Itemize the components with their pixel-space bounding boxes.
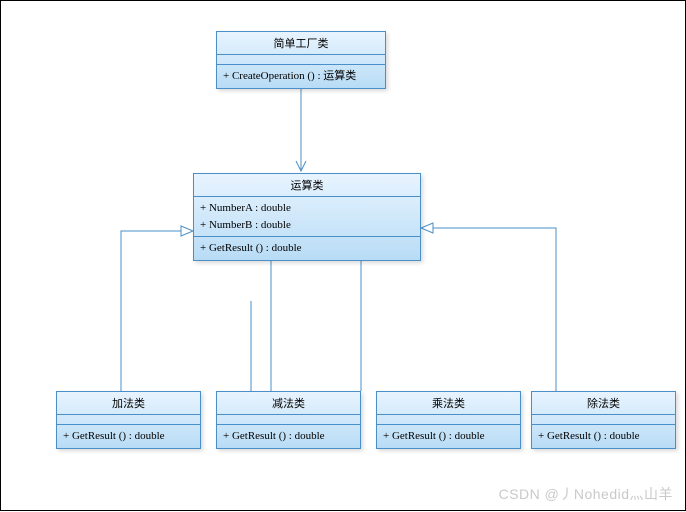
class-operation-attr2: + NumberB : double [200, 217, 414, 234]
class-add-title: 加法类 [57, 392, 200, 415]
class-factory-method: + CreateOperation () : 运算类 [217, 65, 385, 88]
class-factory: 简单工厂类 + CreateOperation () : 运算类 [216, 31, 386, 89]
class-operation-title: 运算类 [194, 174, 420, 197]
class-sub: 减法类 + GetResult () : double [216, 391, 361, 449]
class-div: 除法类 + GetResult () : double [531, 391, 676, 449]
class-mul-method: + GetResult () : double [377, 425, 520, 448]
class-operation: 运算类 + NumberA : double + NumberB : doubl… [193, 173, 421, 261]
class-operation-attrs: + NumberA : double + NumberB : double [194, 197, 420, 237]
class-mul: 乘法类 + GetResult () : double [376, 391, 521, 449]
class-factory-title: 简单工厂类 [217, 32, 385, 55]
class-add-attrs [57, 415, 200, 425]
watermark-text: CSDN @丿Nohedid灬山羊 [499, 484, 673, 504]
class-add: 加法类 + GetResult () : double [56, 391, 201, 449]
class-operation-method: + GetResult () : double [194, 237, 420, 260]
class-factory-attrs [217, 55, 385, 65]
class-div-attrs [532, 415, 675, 425]
class-add-method: + GetResult () : double [57, 425, 200, 448]
diagram-canvas: 简单工厂类 + CreateOperation () : 运算类 运算类 + N… [0, 0, 686, 511]
class-sub-attrs [217, 415, 360, 425]
class-mul-title: 乘法类 [377, 392, 520, 415]
class-div-method: + GetResult () : double [532, 425, 675, 448]
class-div-title: 除法类 [532, 392, 675, 415]
class-sub-method: + GetResult () : double [217, 425, 360, 448]
class-operation-attr1: + NumberA : double [200, 200, 414, 217]
class-mul-attrs [377, 415, 520, 425]
class-sub-title: 减法类 [217, 392, 360, 415]
